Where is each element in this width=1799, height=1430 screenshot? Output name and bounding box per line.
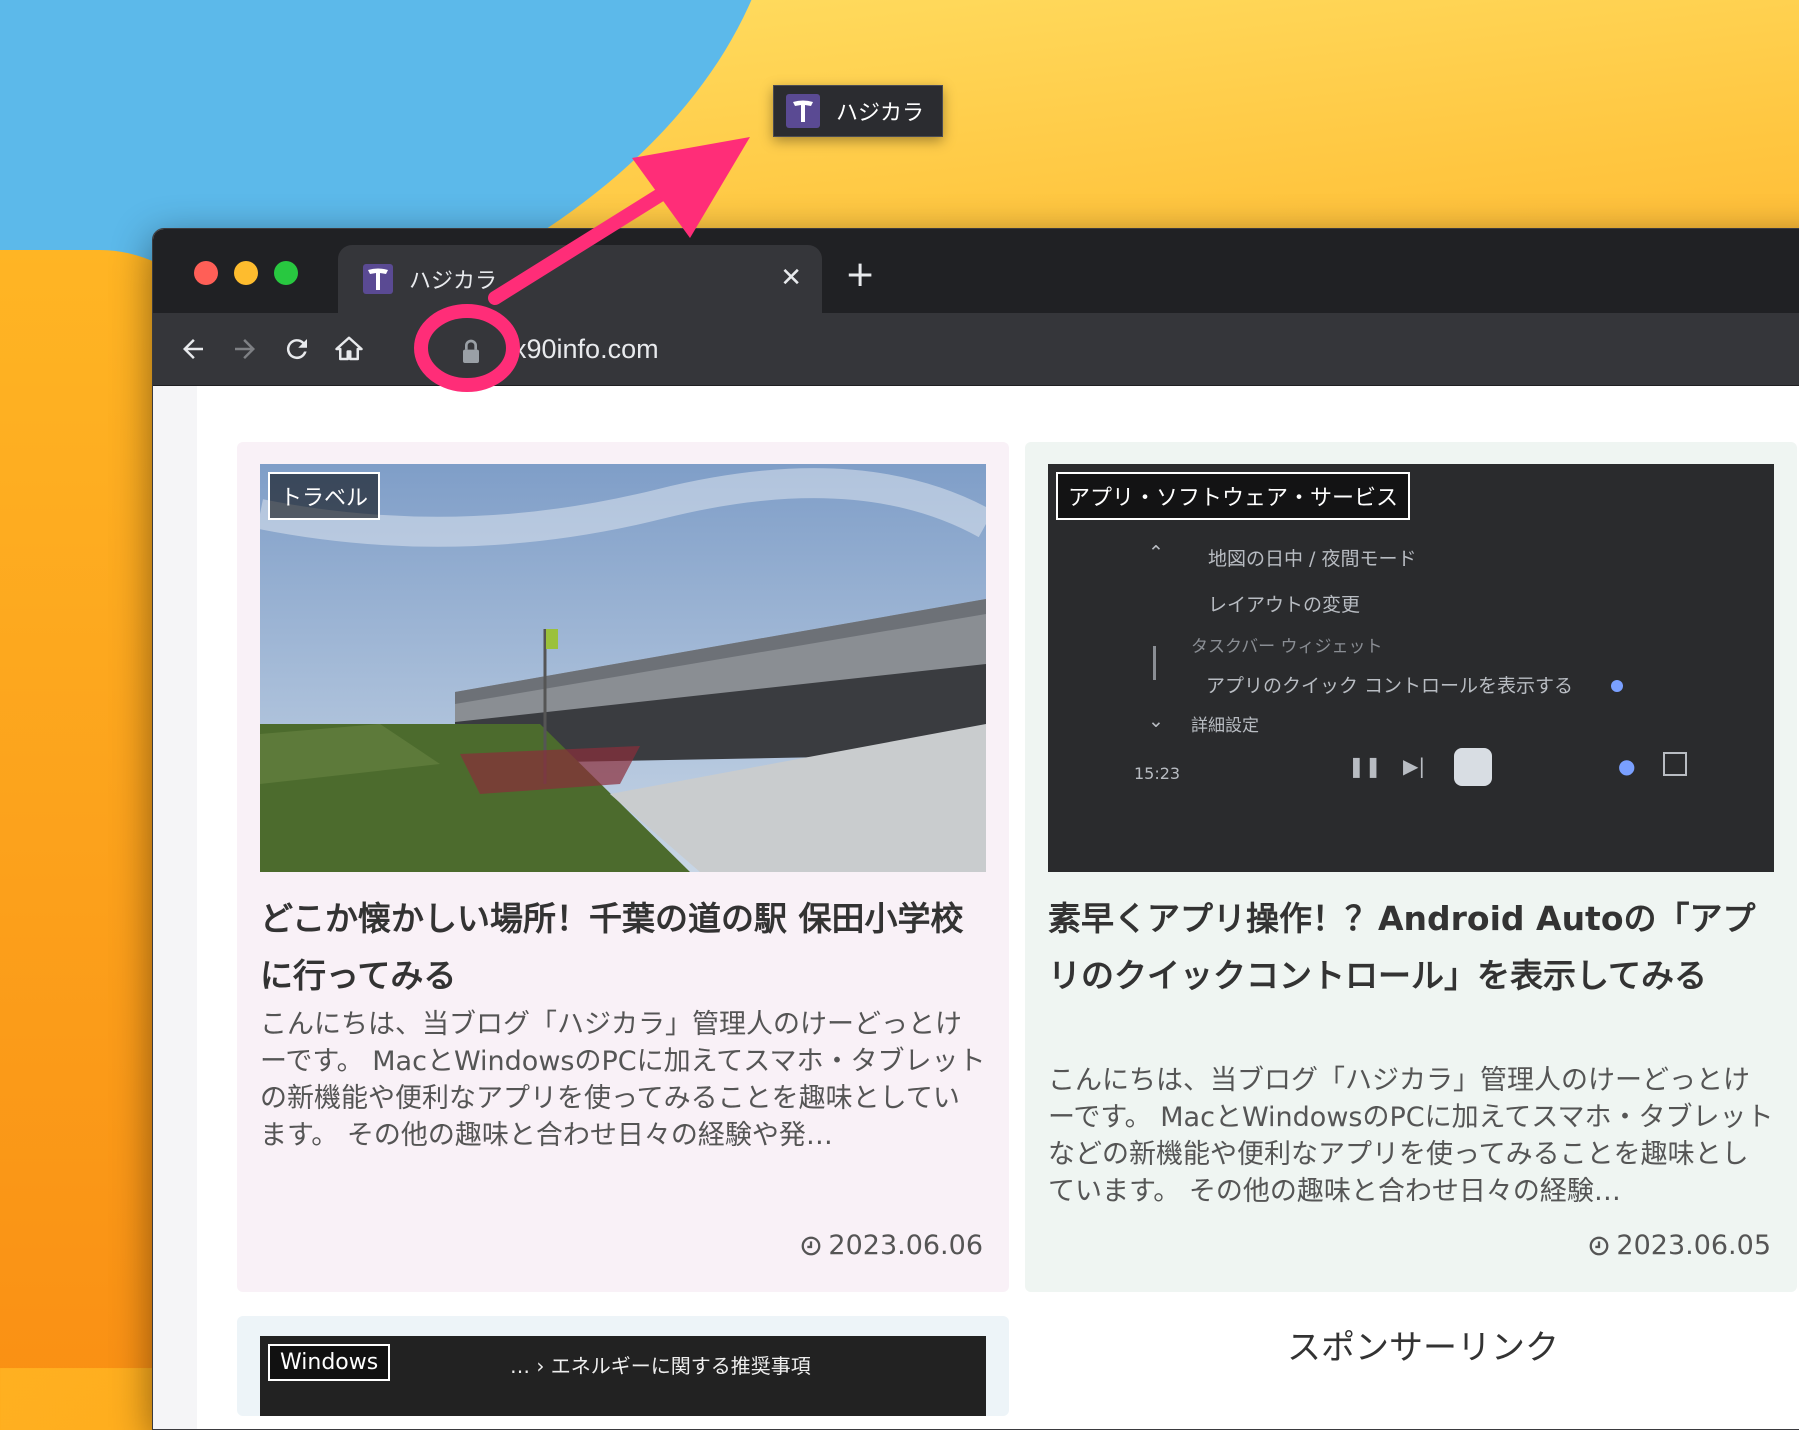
close-tab-icon[interactable]: ✕	[780, 263, 802, 293]
clock-icon	[802, 1236, 821, 1255]
article-date: 2023.06.06	[800, 1230, 983, 1261]
article-excerpt: こんにちは、当ブログ「ハジカラ」管理人のけーどっとけーです。 MacとWindo…	[1048, 1065, 1774, 1207]
tab-strip: ハジカラ ✕ +	[153, 229, 1799, 313]
tab-title: ハジカラ	[409, 269, 498, 294]
toggle-dot	[1611, 680, 1623, 692]
forward-arrow-icon[interactable]	[225, 329, 265, 369]
thumbnail-text: … › エネルギーに関する推奨事項	[510, 1354, 811, 1378]
article-title[interactable]: 素早くアプリ操作！？Android Autoの「アプリのクイックコントロール」を…	[1048, 890, 1774, 1004]
article-thumbnail[interactable]: ⌃ 地図の日中 / 夜間モード レイアウトの変更 タスクバー ウィジェット アプ…	[1048, 464, 1774, 872]
article-title[interactable]: どこか懐かしい場所！千葉の道の駅 保田小学校に行ってみる	[260, 890, 986, 1004]
address-bar[interactable]: x90info.com	[513, 327, 659, 371]
category-label[interactable]: トラベル	[268, 472, 381, 520]
mic-icon: ●	[1618, 754, 1636, 778]
browser-window: ハジカラ ✕ + x90info.com トラベル どこか懐かしい場所！千葉の道…	[152, 228, 1799, 1430]
tab-favicon-icon	[363, 264, 393, 294]
article-card[interactable]: トラベル どこか懐かしい場所！千葉の道の駅 保田小学校に行ってみる こんにちは、…	[237, 442, 1009, 1292]
settings-item: 詳細設定	[1191, 716, 1259, 736]
article-date: 2023.06.05	[1588, 1230, 1771, 1261]
page-content: トラベル どこか懐かしい場所！千葉の道の駅 保田小学校に行ってみる こんにちは、…	[153, 386, 1799, 1429]
browser-toolbar: x90info.com	[153, 313, 1799, 386]
skip-next-icon: ▶|	[1403, 754, 1426, 778]
article-thumbnail[interactable]: トラベル	[260, 464, 986, 872]
date-text: 2023.06.06	[828, 1230, 983, 1261]
article-card[interactable]: ⌃ 地図の日中 / 夜間モード レイアウトの変更 タスクバー ウィジェット アプ…	[1025, 442, 1797, 1292]
chevron-up-icon: ⌃	[1148, 542, 1164, 564]
minimize-window-button[interactable]	[234, 261, 258, 285]
pause-icon: ❚❚	[1348, 754, 1382, 778]
category-label[interactable]: Windows	[268, 1344, 391, 1381]
home-icon[interactable]	[329, 329, 369, 369]
chevron-down-icon: ⌄	[1148, 710, 1164, 732]
lock-icon[interactable]	[455, 335, 487, 367]
site-favicon-icon	[786, 94, 820, 128]
app-icon	[1454, 748, 1492, 786]
tab-hajikara[interactable]: ハジカラ ✕	[338, 245, 822, 313]
settings-section: タスクバー ウィジェット	[1191, 637, 1383, 657]
article-card[interactable]: Windows … › エネルギーに関する推奨事項	[237, 1316, 1009, 1416]
layout-icon	[1663, 752, 1687, 776]
close-window-button[interactable]	[194, 261, 218, 285]
android-auto-screen: ⌃ 地図の日中 / 夜間モード レイアウトの変更 タスクバー ウィジェット アプ…	[1048, 464, 1774, 872]
dragged-tab-preview[interactable]: ハジカラ	[773, 85, 943, 137]
article-thumbnail[interactable]: Windows … › エネルギーに関する推奨事項	[260, 1336, 986, 1416]
clock-icon	[1590, 1236, 1609, 1255]
back-arrow-icon[interactable]	[173, 329, 213, 369]
settings-item: アプリのクイック コントロールを表示する	[1206, 675, 1574, 697]
clock-time: 15:23	[1134, 764, 1181, 783]
article-excerpt: こんにちは、当ブログ「ハジカラ」管理人のけーどっとけーです。 MacとWindo…	[260, 1009, 986, 1151]
settings-item: 地図の日中 / 夜間モード	[1208, 548, 1417, 570]
sponsor-heading: スポンサーリンク	[1287, 1328, 1559, 1368]
dragged-tab-title: ハジカラ	[836, 101, 925, 126]
reload-icon[interactable]	[277, 329, 317, 369]
date-text: 2023.06.05	[1616, 1230, 1771, 1261]
zoom-window-button[interactable]	[274, 261, 298, 285]
settings-item: レイアウトの変更	[1208, 594, 1361, 616]
new-tab-button[interactable]: +	[845, 257, 875, 293]
category-label[interactable]: アプリ・ソフトウェア・サービス	[1056, 472, 1411, 520]
